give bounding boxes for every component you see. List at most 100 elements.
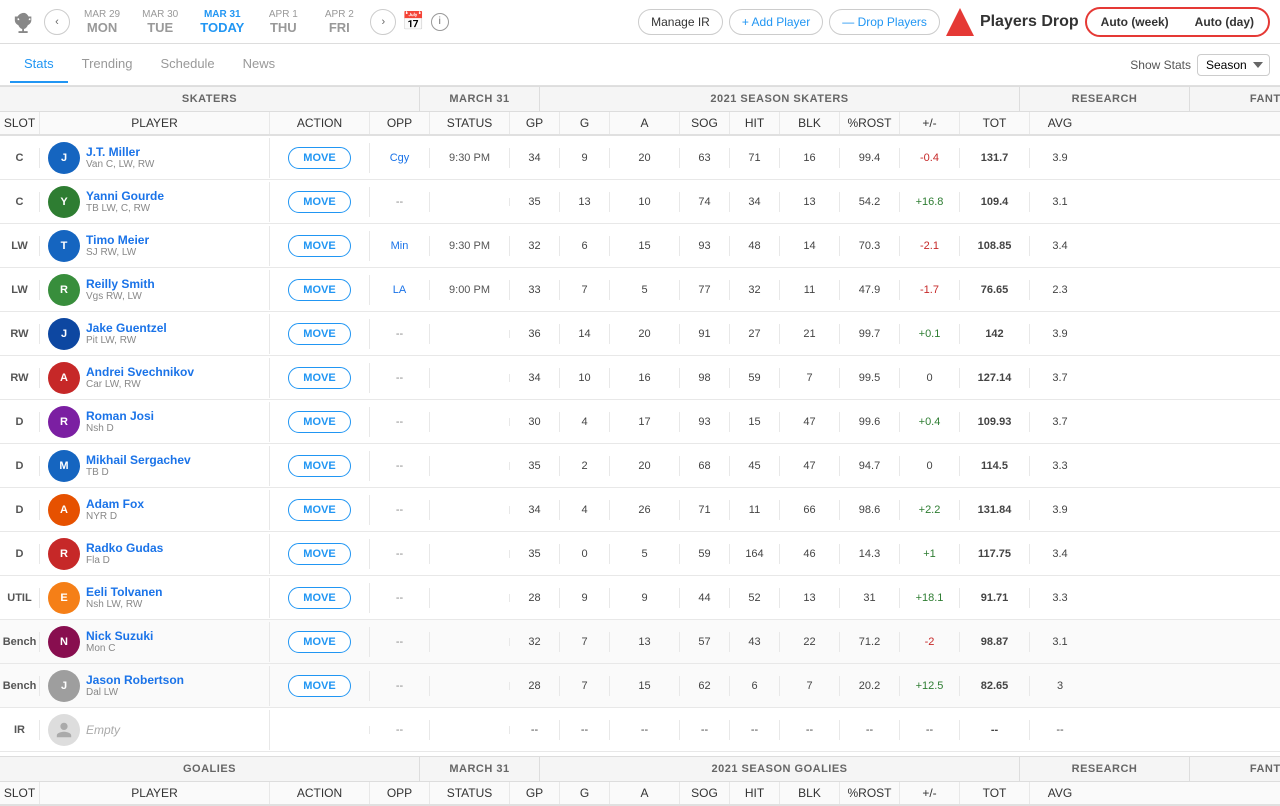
stat-sog-cell: 93 [680,412,730,432]
rost-cell: 14.3 [840,544,900,564]
stat-hit-cell: 45 [730,456,780,476]
add-player-button[interactable]: + Add Player [729,9,823,35]
trophy-icon[interactable] [10,8,38,36]
player-name[interactable]: Nick Suzuki [86,629,153,643]
move-button[interactable]: MOVE [288,631,350,653]
move-button[interactable]: MOVE [288,675,350,697]
player-name[interactable]: Roman Josi [86,409,154,423]
tab-news[interactable]: News [229,46,290,83]
rost-cell: 71.2 [840,632,900,652]
day-fri[interactable]: APR 2 FRI [314,7,364,37]
calendar-icon[interactable]: 📅 [402,11,424,32]
tab-schedule[interactable]: Schedule [146,46,228,83]
stat-gp-cell: 28 [510,676,560,696]
move-button[interactable]: MOVE [288,235,350,257]
stat-gp-cell: 36 [510,324,560,344]
player-name[interactable]: Adam Fox [86,497,144,511]
status-cell [430,550,510,558]
player-name[interactable]: J.T. Miller [86,145,154,159]
stat-gp-cell: 35 [510,544,560,564]
avg-cell: 2.3 [1030,280,1090,300]
tab-trending[interactable]: Trending [68,46,147,83]
stat-gp-cell: 33 [510,280,560,300]
status-cell [430,638,510,646]
tabs-right: Show Stats Season [1130,54,1270,76]
move-button[interactable]: MOVE [288,323,350,345]
stat-g-cell: 6 [560,236,610,256]
auto-day-button[interactable]: Auto (day) [1183,10,1266,34]
avg-cell: 3.3 [1030,588,1090,608]
move-button[interactable]: MOVE [288,147,350,169]
move-button[interactable]: MOVE [288,367,350,389]
status-cell [430,330,510,338]
stat-sog-cell: 57 [680,632,730,652]
status-cell: 9:30 PM [430,236,510,256]
avg-cell: 3.9 [1030,500,1090,520]
tot-cell: 109.4 [960,192,1030,212]
day-tue[interactable]: MAR 30 TUE [134,7,186,37]
stat-blk-cell: 7 [780,368,840,388]
pm-cell: +12.5 [900,676,960,696]
stat-a-cell: 20 [610,456,680,476]
avg-cell: 3.1 [1030,192,1090,212]
goalies-date: MARCH 31 [420,757,540,781]
stat-a-cell: 26 [610,500,680,520]
player-name[interactable]: Yanni Gourde [86,189,164,203]
move-button[interactable]: MOVE [288,455,350,477]
opp-cell[interactable]: LA [370,280,430,300]
next-day-button[interactable]: › [370,9,396,35]
player-name[interactable]: Andrei Svechnikov [86,365,194,379]
player-cell: RReilly SmithVgs RW, LW [40,270,270,310]
player-name[interactable]: Jason Robertson [86,673,184,687]
manage-ir-button[interactable]: Manage IR [638,9,723,35]
tot-cell: 91.71 [960,588,1030,608]
player-cell: Empty [40,710,270,750]
avg-cell: 3.3 [1030,456,1090,476]
day-thu[interactable]: APR 1 THU [258,7,308,37]
player-name[interactable]: Eeli Tolvanen [86,585,162,599]
action-cell: MOVE [270,319,370,349]
gch-a: A [610,782,680,804]
stat-g-cell: 4 [560,412,610,432]
slot-cell: Bench [0,632,40,652]
move-button[interactable]: MOVE [288,191,350,213]
tab-stats[interactable]: Stats [10,46,68,83]
action-cell: MOVE [270,407,370,437]
gch-pct-rost: %ROST [840,782,900,804]
stat-sog-cell: 77 [680,280,730,300]
auto-week-button[interactable]: Auto (week) [1089,10,1181,34]
ch-hit: HIT [730,112,780,134]
player-name[interactable]: Mikhail Sergachev [86,453,191,467]
day-today[interactable]: MAR 31 TODAY [192,7,252,37]
avg-cell: 3.9 [1030,324,1090,344]
move-button[interactable]: MOVE [288,411,350,433]
goalies-research-header: RESEARCH [1020,757,1190,781]
opp-cell[interactable]: Cgy [370,148,430,168]
avatar: J [48,318,80,350]
pm-cell: +1 [900,544,960,564]
player-name[interactable]: Radko Gudas [86,541,163,555]
prev-day-button[interactable]: ‹ [44,9,70,35]
tot-cell: 98.87 [960,632,1030,652]
move-button[interactable]: MOVE [288,499,350,521]
drop-players-button[interactable]: — Drop Players [829,9,940,35]
gch-tot: TOT [960,782,1030,804]
day-mon[interactable]: MAR 29 MON [76,7,128,37]
player-name[interactable]: Reilly Smith [86,277,155,291]
stat-gp-cell: 30 [510,412,560,432]
table-row: CYYanni GourdeTB LW, C, RWMOVE--35131074… [0,180,1280,224]
opp-cell: -- [370,676,430,696]
season-select[interactable]: Season [1197,54,1270,76]
info-icon[interactable]: i [431,13,449,31]
opp-cell[interactable]: Min [370,236,430,256]
move-button[interactable]: MOVE [288,587,350,609]
player-name[interactable]: Jake Guentzel [86,321,167,335]
move-button[interactable]: MOVE [288,279,350,301]
move-button[interactable]: MOVE [288,543,350,565]
avatar: Y [48,186,80,218]
player-team: Nsh LW, RW [86,599,162,610]
player-name[interactable]: Timo Meier [86,233,149,247]
avatar: A [48,362,80,394]
slot-cell: LW [0,236,40,256]
ch-tot: TOT [960,112,1030,134]
